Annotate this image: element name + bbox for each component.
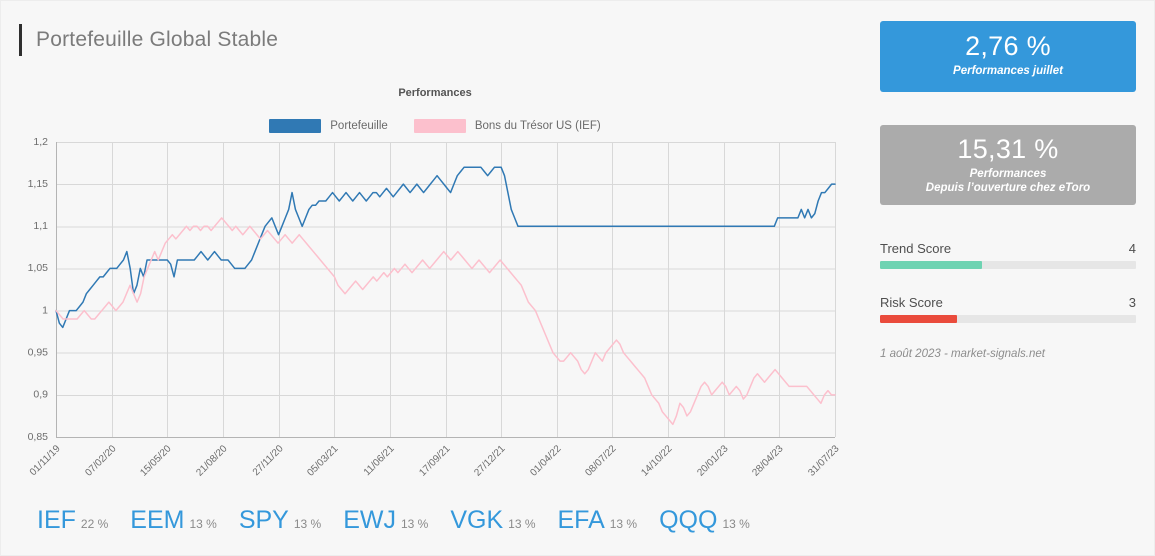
risk-score-label: Risk Score: [880, 295, 943, 310]
x-axis-tick-label: 27/11/20: [251, 443, 286, 478]
holding-weight: 13 %: [293, 517, 322, 531]
y-axis-tick-label: 1: [42, 304, 48, 316]
risk-score-value: 3: [1128, 295, 1136, 310]
x-axis-tick-label: 17/09/21: [417, 443, 453, 479]
holding-ticker: IEF: [37, 506, 76, 534]
holding-item[interactable]: EEM 13 %: [130, 506, 217, 535]
trend-score-label: Trend Score: [880, 241, 952, 256]
series-line-portefeuille: [55, 166, 836, 329]
trend-score-track: [880, 261, 1136, 269]
holding-weight: 13 %: [508, 517, 536, 531]
risk-score-fill: [880, 315, 957, 323]
x-axis-tick-label: 21/08/20: [194, 443, 230, 479]
holding-weight: 13 %: [189, 517, 217, 531]
footnote: 1 août 2023 - market-signals.net: [880, 348, 1045, 360]
trend-score-head: Trend Score 4: [880, 241, 1136, 256]
kpi-month-value: 2,76 %: [965, 31, 1051, 61]
page-title-text: Portefeuille Global Stable: [36, 28, 279, 51]
holding-ticker: VGK: [450, 506, 504, 534]
kpi-total-caption-line2: Depuis l’ouverture chez eToro: [925, 182, 1091, 194]
y-axis-tick-label: 0,95: [28, 346, 49, 358]
trend-score: Trend Score 4: [880, 241, 1136, 269]
x-axis-tick-label: 01/11/19: [28, 443, 63, 478]
risk-score-track: [880, 315, 1136, 323]
x-axis-tick-label: 08/07/22: [583, 443, 619, 479]
holding-ticker: EWJ: [343, 506, 396, 534]
holding-weight: 13 %: [609, 517, 638, 531]
kpi-card-total: 15,31 % Performances Depuis l’ouverture …: [880, 125, 1136, 205]
holding-item[interactable]: SPY 13 %: [239, 506, 321, 535]
y-axis-tick-label: 0,9: [33, 389, 48, 401]
holding-item[interactable]: VGK 13 %: [450, 506, 535, 535]
kpi-total-caption-line1: Performances: [969, 168, 1047, 180]
y-axis-tick-label: 0,85: [28, 431, 49, 443]
x-axis-tick-label: 31/07/23: [806, 443, 842, 479]
holding-item[interactable]: IEF 22 %: [37, 506, 108, 535]
kpi-month-caption: Performances juillet: [953, 65, 1063, 77]
holding-weight: 13 %: [400, 517, 429, 531]
chart-plot-area: 0,85 0,9 0,95 1 1,05 1,1 1,15 1,2 01/11/19 07/02/…: [1, 63, 869, 493]
trend-score-fill: [880, 261, 983, 269]
y-axis-tick-label: 1,1: [33, 220, 48, 232]
kpi-card-month: 2,76 % Performances juillet: [880, 21, 1136, 92]
holding-ticker: EFA: [557, 506, 605, 534]
x-axis-tick-label: 27/12/21: [472, 443, 508, 479]
holding-weight: 22 %: [80, 517, 109, 531]
summary-panel: 2,76 % Performances juillet 15,31 % Perf…: [880, 1, 1154, 555]
risk-score-head: Risk Score 3: [880, 295, 1136, 310]
trend-score-value: 4: [1128, 241, 1136, 256]
portfolio-dashboard: Portefeuille Global Stable Performances …: [0, 0, 1155, 556]
x-axis-tick-label: 01/04/22: [528, 443, 564, 479]
y-axis-tick-label: 1,05: [28, 262, 49, 274]
x-axis-tick-label: 07/02/20: [83, 443, 119, 479]
x-axis-tick-label: 15/05/20: [138, 443, 174, 479]
holding-ticker: EEM: [130, 506, 185, 534]
x-axis-tick-label: 11/06/21: [362, 443, 397, 478]
holding-weight: 13 %: [722, 517, 750, 531]
holding-item[interactable]: QQQ 13 %: [659, 506, 750, 535]
holding-item[interactable]: EWJ 13 %: [343, 506, 428, 535]
x-axis-tick-label: 28/04/23: [750, 443, 786, 479]
holdings-list: IEF 22 % EEM 13 % SPY 13 % EWJ 13 % VGK 13 % EFA 13…: [37, 506, 750, 535]
holding-item[interactable]: EFA 13 %: [558, 506, 638, 535]
risk-score: Risk Score 3: [880, 295, 1136, 323]
x-axis-tick-label: 20/01/23: [695, 443, 731, 479]
chart-svg: 0,85 0,9 0,95 1 1,05 1,1 1,15 1,2 01/11/19 07/02/…: [28, 136, 842, 479]
kpi-total-value: 15,31 %: [957, 134, 1059, 164]
holding-ticker: QQQ: [659, 506, 718, 534]
performance-chart: Performances Portefeuille Bons du Trésor…: [1, 63, 869, 493]
series-line-bons-tresor: [55, 217, 836, 426]
y-axis-tick-label: 1,15: [28, 178, 49, 190]
title-accent-bar: [19, 24, 22, 56]
x-axis-tick-label: 05/03/21: [305, 443, 341, 479]
holding-ticker: SPY: [238, 506, 289, 534]
page-title: Portefeuille Global Stable: [19, 23, 278, 57]
x-axis-tick-label: 14/10/22: [639, 443, 675, 479]
y-axis-tick-label: 1,2: [33, 136, 48, 148]
